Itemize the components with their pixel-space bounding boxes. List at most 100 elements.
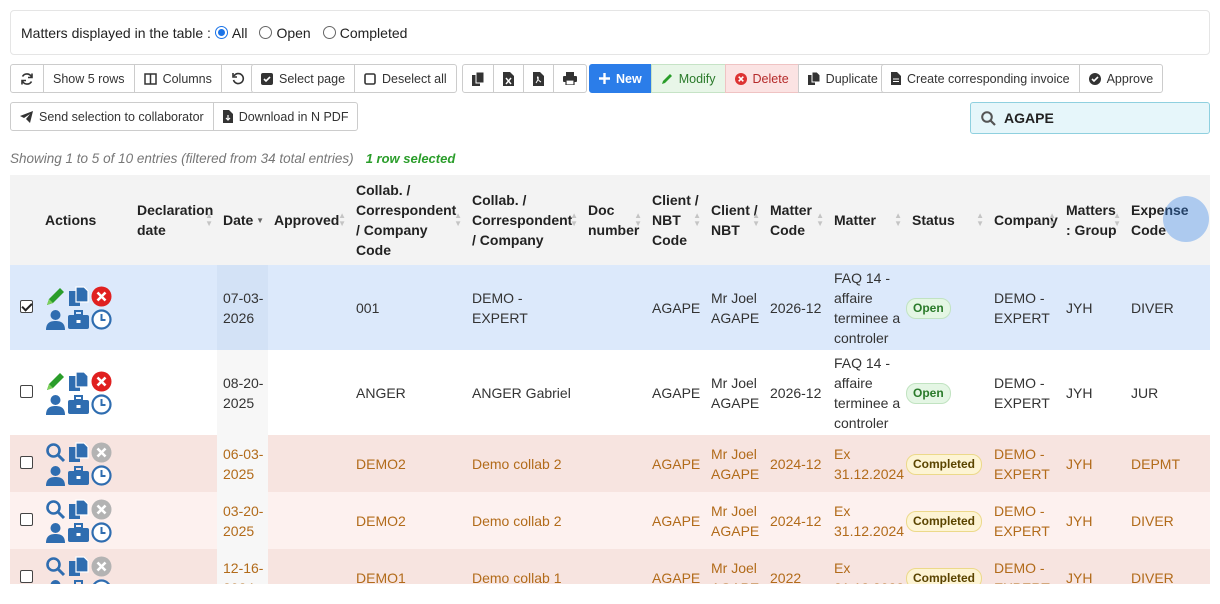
col-approved[interactable]: Approved ▲ ▼ [268, 175, 350, 265]
download-pdf-button[interactable]: Download in N PDF [212, 102, 359, 131]
print-button[interactable] [553, 64, 587, 93]
copy-button[interactable] [462, 64, 494, 93]
delete-disabled-icon[interactable] [91, 442, 114, 463]
refresh-icon [21, 72, 33, 85]
cell-status: Completed [906, 435, 988, 492]
refresh-button[interactable] [10, 64, 44, 93]
cell-expense-code: DIVER [1125, 492, 1210, 549]
delete-disabled-icon[interactable] [91, 499, 114, 520]
row-checkbox[interactable] [20, 384, 33, 398]
select-page-button[interactable]: Select page [251, 64, 356, 93]
create-invoice-button[interactable]: Create corresponding invoice [881, 64, 1080, 93]
filter-open-radio[interactable]: Open [259, 25, 311, 41]
show-rows-button[interactable]: Show 5 rows [43, 64, 135, 93]
copy-icon[interactable] [68, 498, 91, 520]
cell-client: Mr Joel AGAPE [705, 549, 764, 584]
row-select-cell[interactable] [10, 350, 39, 435]
copy-icon[interactable] [68, 441, 91, 463]
col-client-code[interactable]: Client / NBT Code ▲ ▼ [646, 175, 705, 265]
filter-completed-radio[interactable]: Completed [322, 25, 407, 41]
col-date[interactable]: Date ▼ [217, 175, 268, 265]
plus-icon [599, 73, 610, 84]
row-actions [39, 549, 131, 584]
sort-icon: ▲ ▼ [634, 211, 642, 228]
new-button[interactable]: New [589, 64, 652, 93]
clock-icon[interactable] [91, 521, 114, 543]
user-icon[interactable] [45, 394, 68, 415]
clock-icon[interactable] [91, 464, 114, 486]
user-icon[interactable] [45, 522, 68, 543]
deselect-all-button[interactable]: Deselect all [354, 64, 457, 93]
delete-icon[interactable] [91, 286, 114, 307]
delete-button[interactable]: Delete [724, 64, 799, 93]
col-matter[interactable]: Matter ▲ ▼ [828, 175, 906, 265]
reset-button[interactable] [220, 64, 255, 93]
duplicate-button[interactable]: Duplicate [797, 64, 888, 93]
user-icon[interactable] [45, 309, 68, 330]
cell-matters-group: JYH [1060, 350, 1125, 435]
col-matters-group[interactable]: Matters : Group ▲ ▼ [1060, 175, 1125, 265]
pdf-export-button[interactable] [523, 64, 554, 93]
col-matter-code[interactable]: Matter Code ▲ ▼ [764, 175, 828, 265]
row-checkbox[interactable] [20, 299, 33, 313]
table-row[interactable]: 08-20-2025 ANGER ANGER Gabriel AGAPE Mr Joel… [10, 350, 1210, 435]
briefcase-icon[interactable] [68, 579, 91, 584]
briefcase-icon[interactable] [68, 522, 91, 543]
pencil-icon[interactable] [45, 286, 68, 307]
delete-icon[interactable] [91, 371, 114, 392]
row-actions [39, 492, 131, 549]
delete-disabled-icon[interactable] [91, 556, 114, 577]
table-row[interactable]: 07-03-2026 001 DEMO - EXPERT AGAPE Mr Joel A… [10, 265, 1210, 350]
user-icon[interactable] [45, 579, 68, 584]
search-input[interactable]: AGAPE [970, 102, 1210, 134]
col-client[interactable]: Client / NBT ▲ ▼ [705, 175, 764, 265]
briefcase-icon[interactable] [68, 394, 91, 415]
view-icon[interactable] [45, 499, 68, 520]
send-selection-button[interactable]: Send selection to collaborator [10, 102, 214, 131]
table-row[interactable]: 06-03-2025 DEMO2 Demo collab 2 AGAPE Mr Joel… [10, 435, 1210, 492]
col-declaration-date[interactable]: Declaration date ▲ ▼ [131, 175, 217, 265]
row-select-cell[interactable] [10, 492, 39, 549]
briefcase-icon[interactable] [68, 465, 91, 486]
row-checkbox[interactable] [20, 569, 33, 583]
excel-export-button[interactable] [493, 64, 524, 93]
copy-icon[interactable] [68, 370, 91, 392]
col-collab[interactable]: Collab. / Correspondent / Company ▲ ▼ [466, 175, 582, 265]
copy-icon[interactable] [68, 285, 91, 307]
modify-button[interactable]: Modify [650, 64, 726, 93]
row-checkbox[interactable] [20, 455, 33, 469]
col-company[interactable]: Company ▲ ▼ [988, 175, 1060, 265]
col-collab-code[interactable]: Collab. / Correspondent / Company Code ▲ ▼ [350, 175, 466, 265]
col-status[interactable]: Status ▲ ▼ [906, 175, 988, 265]
clock-icon[interactable] [91, 308, 114, 330]
cell-client-code: AGAPE [646, 549, 705, 584]
cell-matters-group: JYH [1060, 549, 1125, 584]
row-select-cell[interactable] [10, 435, 39, 492]
view-icon[interactable] [45, 556, 68, 577]
user-icon[interactable] [45, 465, 68, 486]
table-row[interactable]: 03-20-2025 DEMO2 Demo collab 2 AGAPE Mr Joel… [10, 492, 1210, 549]
view-icon[interactable] [45, 442, 68, 463]
row-checkbox[interactable] [20, 512, 33, 526]
filter-all-radio[interactable]: All [214, 25, 247, 41]
clock-icon[interactable] [91, 393, 114, 415]
status-badge: Completed [906, 567, 983, 584]
columns-button[interactable]: Columns [133, 64, 222, 93]
copy-icon[interactable] [68, 555, 91, 577]
briefcase-icon[interactable] [68, 309, 91, 330]
row-select-cell[interactable] [10, 265, 39, 350]
col-doc-number[interactable]: Doc number ▲ ▼ [582, 175, 646, 265]
pencil-icon[interactable] [45, 371, 68, 392]
cell-status: Completed [906, 549, 988, 584]
scroll-indicator[interactable] [1163, 196, 1209, 242]
radio-all[interactable] [214, 26, 228, 39]
radio-completed[interactable] [322, 26, 336, 39]
cell-company: DEMO - EXPERT [988, 350, 1060, 435]
radio-open[interactable] [259, 26, 273, 39]
cell-doc-number [582, 435, 646, 492]
search-value: AGAPE [1004, 110, 1054, 126]
table-row[interactable]: 12-16-2024 DEMO1Demo collab 1 AGAPEMr Joel… [10, 549, 1210, 584]
clock-icon[interactable] [91, 578, 114, 584]
approve-button[interactable]: Approve [1078, 64, 1164, 93]
row-select-cell[interactable] [10, 549, 39, 584]
